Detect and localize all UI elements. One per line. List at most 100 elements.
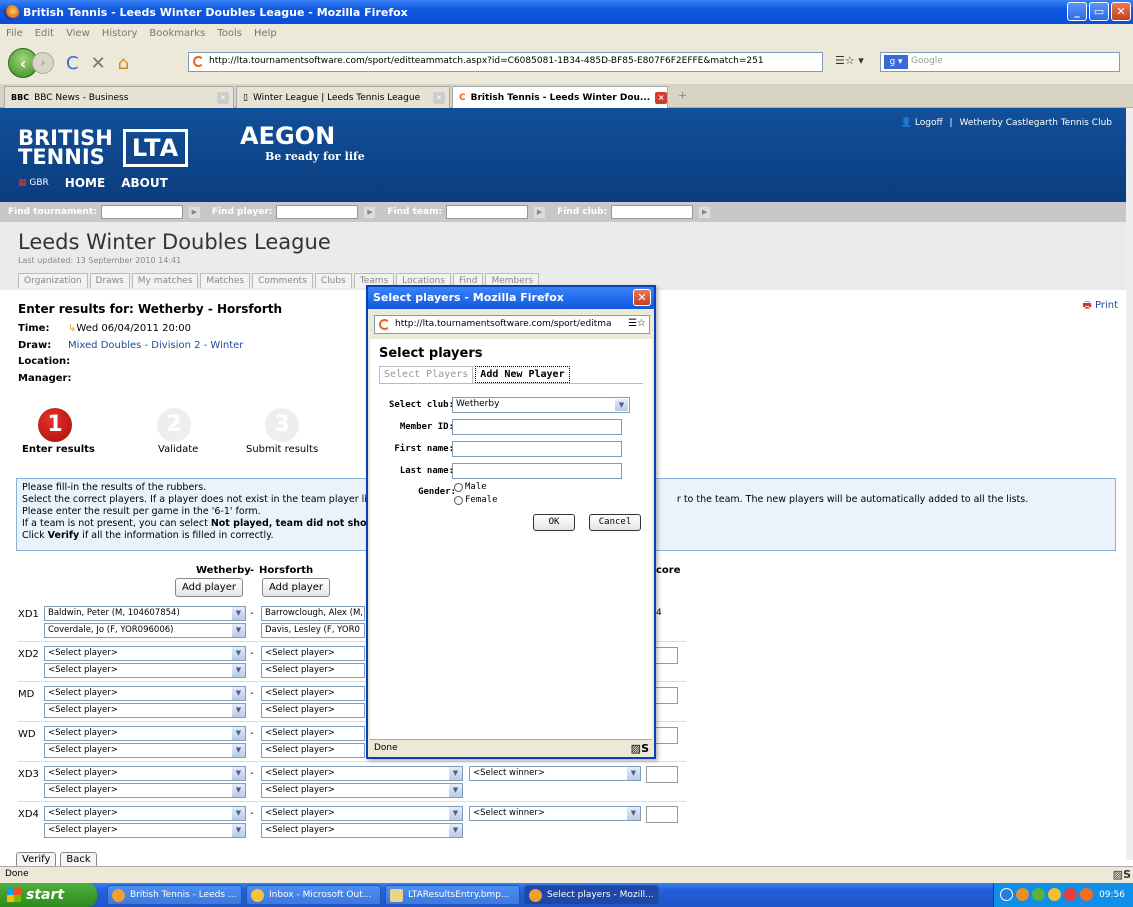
cancel-button[interactable]: Cancel <box>589 514 641 531</box>
find-tournament-go-icon[interactable]: ▶ <box>188 206 200 218</box>
home-player-1-select[interactable]: <Select player> ▼ <box>44 686 246 701</box>
find-club-go-icon[interactable]: ▶ <box>699 206 711 218</box>
address-bar[interactable]: http://lta.tournamentsoftware.com/sport/… <box>188 52 823 72</box>
menu-view[interactable]: View <box>66 28 90 39</box>
winner-select[interactable]: <Select winner> ▼ <box>469 766 641 781</box>
find-team-go-icon[interactable]: ▶ <box>534 206 546 218</box>
bookmark-star-icon[interactable]: ☰☆ <box>628 318 646 329</box>
away-player-1-select[interactable]: <Select player> <box>261 686 365 701</box>
close-button[interactable]: ✕ <box>1111 2 1131 21</box>
menu-file[interactable]: File <box>6 28 23 39</box>
page-scrollbar[interactable] <box>1126 108 1133 860</box>
away-player-1-select[interactable]: Barrowclough, Alex (M, <box>261 606 365 621</box>
maximize-button[interactable]: ▭ <box>1089 2 1109 21</box>
start-button[interactable]: start <box>0 883 97 907</box>
tab-select-players[interactable]: Select Players <box>379 366 474 383</box>
search-engine-icon[interactable]: g ▾ <box>884 55 908 69</box>
menu-history[interactable]: History <box>102 28 138 39</box>
nav-about[interactable]: ABOUT <box>121 176 168 190</box>
score-input[interactable] <box>646 806 678 823</box>
home-player-2-select[interactable]: <Select player> ▼ <box>44 823 246 838</box>
tab-british-tennis[interactable]: C British Tennis - Leeds Winter Dou... × <box>452 86 668 109</box>
home-player-2-select[interactable]: <Select player> ▼ <box>44 783 246 798</box>
tab-matches[interactable]: Matches <box>200 273 251 288</box>
home-icon[interactable]: ⌂ <box>118 53 129 74</box>
stop-icon[interactable]: ✕ <box>91 53 106 74</box>
print-link[interactable]: 🖶 Print <box>1082 298 1118 315</box>
tray-update-icon[interactable] <box>1048 888 1061 901</box>
home-player-2-select[interactable]: <Select player> ▼ <box>44 663 246 678</box>
add-away-player-button[interactable]: Add player <box>262 578 330 597</box>
tab-comments[interactable]: Comments <box>252 273 313 288</box>
tray-shield-icon[interactable] <box>1064 888 1077 901</box>
home-player-2-select[interactable]: Coverdale, Jo (F, YOR096006) ▼ <box>44 623 246 638</box>
menu-edit[interactable]: Edit <box>35 28 54 39</box>
tray-network-icon[interactable] <box>1032 888 1045 901</box>
reload-icon[interactable]: C <box>66 53 79 74</box>
away-player-2-select[interactable]: <Select player> ▼ <box>261 783 463 798</box>
home-player-1-select[interactable]: Baldwin, Peter (M, 104607854) ▼ <box>44 606 246 621</box>
menu-tools[interactable]: Tools <box>217 28 242 39</box>
club-select[interactable]: Wetherby ▼ <box>452 397 630 413</box>
home-player-1-select[interactable]: <Select player> ▼ <box>44 766 246 781</box>
gender-male-radio[interactable]: Male <box>454 482 487 492</box>
find-tournament-input[interactable] <box>100 205 183 219</box>
last-name-input[interactable] <box>452 463 622 479</box>
tab-close-icon[interactable]: × <box>433 91 445 104</box>
tray-bluetooth-icon[interactable] <box>1000 888 1013 901</box>
find-player-input[interactable] <box>276 205 359 219</box>
popup-address-bar[interactable]: http://lta.tournamentsoftware.com/sport/… <box>374 315 650 334</box>
addon-icon[interactable]: ▨S <box>1113 868 1131 881</box>
new-tab-icon[interactable]: + <box>678 89 687 102</box>
gbr-link[interactable]: ▦ GBR <box>18 178 49 188</box>
home-player-1-select[interactable]: <Select player> ▼ <box>44 806 246 821</box>
winner-select[interactable]: <Select winner> ▼ <box>469 806 641 821</box>
member-id-input[interactable] <box>452 419 622 435</box>
find-player-go-icon[interactable]: ▶ <box>364 206 376 218</box>
away-player-2-select[interactable]: <Select player> <box>261 743 365 758</box>
tab-add-new-player[interactable]: Add New Player <box>475 366 570 383</box>
task-british-tennis[interactable]: British Tennis - Leeds ... <box>107 885 242 905</box>
away-player-1-select[interactable]: <Select player> ▼ <box>261 806 463 821</box>
bookmark-star-icon[interactable]: ☰☆ ▾ <box>835 54 864 67</box>
minimize-button[interactable]: _ <box>1067 2 1087 21</box>
tab-my-matches[interactable]: My matches <box>131 273 199 288</box>
ok-button[interactable]: OK <box>533 514 575 531</box>
tab-draws[interactable]: Draws <box>89 273 130 288</box>
addon-icon[interactable]: ▨S <box>631 742 649 755</box>
draw-link[interactable]: Mixed Doubles - Division 2 - Winter <box>68 340 243 351</box>
logoff-link[interactable]: Logoff <box>915 118 943 128</box>
tab-organization[interactable]: Organization <box>18 273 88 288</box>
away-player-2-select[interactable]: Davis, Lesley (F, YOR0 <box>261 623 365 638</box>
task-bmp[interactable]: LTAResultsEntry.bmp... <box>385 885 520 905</box>
tray-fire-icon[interactable] <box>1080 888 1093 901</box>
find-club-input[interactable] <box>611 205 694 219</box>
away-player-2-select[interactable]: <Select player> ▼ <box>261 823 463 838</box>
tray-security-icon[interactable] <box>1016 888 1029 901</box>
tab-clubs[interactable]: Clubs <box>314 273 352 288</box>
british-tennis-logo[interactable]: BRITISH TENNIS LTA <box>18 120 228 176</box>
popup-close-icon[interactable]: ✕ <box>633 289 651 306</box>
task-select-players[interactable]: Select players - Mozill... <box>524 885 659 905</box>
tab-close-icon[interactable]: × <box>655 92 667 104</box>
nav-home[interactable]: HOME <box>65 176 105 190</box>
menu-help[interactable]: Help <box>254 28 277 39</box>
first-name-input[interactable] <box>452 441 622 457</box>
score-input[interactable] <box>646 766 678 783</box>
away-player-2-select[interactable]: <Select player> <box>261 663 365 678</box>
score-value[interactable]: 4 <box>656 608 662 618</box>
home-player-1-select[interactable]: <Select player> ▼ <box>44 726 246 741</box>
away-player-2-select[interactable]: <Select player> <box>261 703 365 718</box>
add-home-player-button[interactable]: Add player <box>175 578 243 597</box>
menu-bookmarks[interactable]: Bookmarks <box>149 28 205 39</box>
away-player-1-select[interactable]: <Select player> <box>261 726 365 741</box>
search-input[interactable]: g ▾ Google <box>880 52 1120 72</box>
home-player-2-select[interactable]: <Select player> ▼ <box>44 703 246 718</box>
gender-female-radio[interactable]: Female <box>454 495 498 505</box>
away-player-1-select[interactable]: <Select player> <box>261 646 365 661</box>
home-player-1-select[interactable]: <Select player> ▼ <box>44 646 246 661</box>
home-player-2-select[interactable]: <Select player> ▼ <box>44 743 246 758</box>
club-name[interactable]: Wetherby Castlegarth Tennis Club <box>959 118 1112 128</box>
tab-close-icon[interactable]: × <box>217 91 229 104</box>
tab-winter-league[interactable]: ▯ Winter League | Leeds Tennis League × <box>236 86 450 108</box>
